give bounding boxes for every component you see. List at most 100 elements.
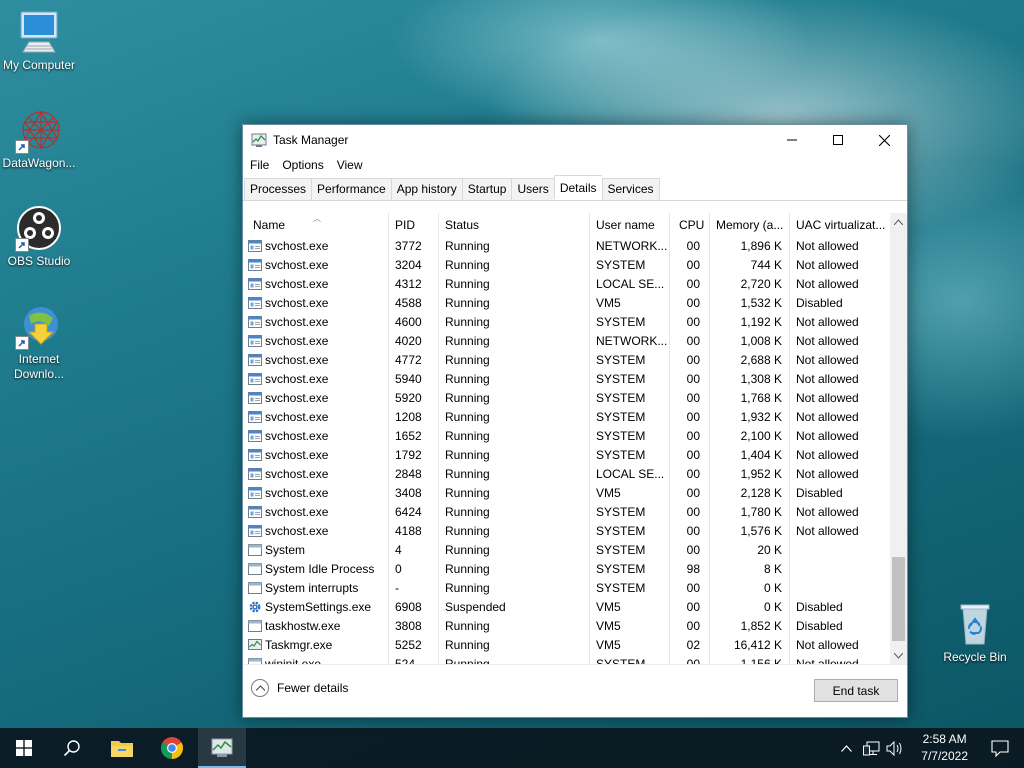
process-cpu: 00: [686, 239, 700, 253]
process-user: SYSTEM: [596, 581, 646, 595]
process-user: LOCAL SE...: [596, 277, 665, 291]
table-row[interactable]: svchost.exe 1208 Running SYSTEM 00 1,932 K Not…: [243, 408, 889, 427]
table-row[interactable]: svchost.exe 4312 Running LOCAL SE... 00 2,720…: [243, 275, 889, 294]
table-row[interactable]: svchost.exe 3204 Running SYSTEM 00 744 K Not a…: [243, 256, 889, 275]
table-row[interactable]: svchost.exe 1792 Running SYSTEM 00 1,404 K Not…: [243, 446, 889, 465]
column-header-status[interactable]: Status: [439, 213, 589, 237]
table-row[interactable]: svchost.exe 5940 Running SYSTEM 00 1,308 K Not…: [243, 370, 889, 389]
process-status: Running: [445, 448, 490, 462]
column-header-user-name[interactable]: User name: [590, 213, 669, 237]
process-memory: 1,192 K: [740, 315, 782, 329]
tab-app-history[interactable]: App history: [390, 178, 462, 201]
process-cpu: 00: [686, 277, 700, 291]
menu-options[interactable]: Options: [275, 158, 329, 172]
process-uac: Not allowed: [796, 315, 859, 329]
menu-file[interactable]: File: [243, 158, 275, 172]
table-row[interactable]: svchost.exe 3772 Running NETWORK... 00 1,896 …: [243, 237, 889, 256]
process-cpu: 02: [686, 638, 700, 652]
column-header-pid[interactable]: PID: [389, 213, 438, 237]
table-row[interactable]: System interrupts - Running SYSTEM 00 0 K: [243, 579, 889, 598]
process-pid: 4772: [395, 353, 422, 367]
column-header-memory[interactable]: Memory (a...: [710, 213, 789, 237]
desktop-icon-internet-download-manager[interactable]: Internet Downlo...: [0, 302, 78, 382]
process-cpu: 00: [686, 448, 700, 462]
process-user: SYSTEM: [596, 562, 646, 576]
process-cpu: 00: [686, 391, 700, 405]
scroll-up-icon[interactable]: [894, 219, 903, 225]
start-button[interactable]: [0, 728, 48, 768]
process-user: SYSTEM: [596, 410, 646, 424]
minimize-button[interactable]: [769, 125, 815, 155]
process-cpu: 00: [686, 524, 700, 538]
process-user: VM5: [596, 296, 621, 310]
table-row[interactable]: svchost.exe 4588 Running VM5 00 1,532 K Disabl…: [243, 294, 889, 313]
table-row[interactable]: svchost.exe 3408 Running VM5 00 2,128 K Disabl…: [243, 484, 889, 503]
volume-tray-button[interactable]: [884, 728, 906, 768]
desktop-icon-datawagon[interactable]: DataWagon...: [0, 106, 78, 171]
tab-performance[interactable]: Performance: [311, 178, 391, 201]
process-memory: 2,100 K: [740, 429, 782, 443]
column-header-cpu[interactable]: CPU: [673, 213, 709, 237]
process-memory: 16,412 K: [733, 638, 782, 652]
tab-details[interactable]: Details: [553, 175, 602, 199]
process-pid: 3808: [395, 619, 422, 633]
column-header-name[interactable]: Name ︿: [247, 213, 388, 237]
desktop-icon-label: OBS Studio: [7, 254, 71, 268]
network-tray-button[interactable]: [860, 728, 882, 768]
process-status: Running: [445, 619, 490, 633]
notifications-icon: [991, 739, 1009, 757]
taskbar: 2:58 AM 7/7/2022: [0, 728, 1024, 768]
table-row[interactable]: svchost.exe 5920 Running SYSTEM 00 1,768 K Not…: [243, 389, 889, 408]
taskbar-file-explorer[interactable]: [98, 728, 146, 768]
table-row[interactable]: SystemSettings.exe 6908 Suspended VM5 00 0 K D…: [243, 598, 889, 617]
scroll-down-icon[interactable]: [894, 653, 903, 659]
chevron-up-icon: [251, 679, 269, 697]
process-user: SYSTEM: [596, 505, 646, 519]
clock[interactable]: 2:58 AM 7/7/2022: [921, 731, 968, 765]
process-user: NETWORK...: [596, 334, 668, 348]
table-row[interactable]: svchost.exe 2848 Running LOCAL SE... 00 1,952…: [243, 465, 889, 484]
process-user: SYSTEM: [596, 315, 646, 329]
service-window-icon: [248, 391, 262, 405]
taskbar-task-manager[interactable]: [198, 728, 246, 768]
table-row[interactable]: Taskmgr.exe 5252 Running VM5 02 16,412 K Not a…: [243, 636, 889, 655]
fewer-details-label: Fewer details: [277, 681, 349, 695]
table-row[interactable]: svchost.exe 6424 Running SYSTEM 00 1,780 K Not…: [243, 503, 889, 522]
search-button[interactable]: [48, 728, 96, 768]
table-row[interactable]: System 4 Running SYSTEM 00 20 K: [243, 541, 889, 560]
menu-view[interactable]: View: [330, 158, 369, 172]
process-status: Running: [445, 410, 490, 424]
process-cpu: 00: [686, 467, 700, 481]
table-row[interactable]: System Idle Process 0 Running SYSTEM 98 8 K: [243, 560, 889, 579]
title-bar[interactable]: Task Manager: [243, 125, 907, 155]
desktop-icon-my-computer[interactable]: My Computer: [0, 8, 78, 73]
vertical-scrollbar[interactable]: [890, 213, 907, 665]
end-task-button[interactable]: End task: [814, 679, 898, 702]
process-uac: Not allowed: [796, 372, 859, 386]
desktop-icon-recycle-bin[interactable]: Recycle Bin: [936, 600, 1014, 665]
table-row[interactable]: svchost.exe 4600 Running SYSTEM 00 1,192 K Not…: [243, 313, 889, 332]
tab-startup[interactable]: Startup: [461, 178, 512, 201]
close-button[interactable]: [861, 125, 907, 155]
tab-users[interactable]: Users: [511, 178, 554, 201]
maximize-button[interactable]: [815, 125, 861, 155]
column-header-uac-virtualization[interactable]: UAC virtualizat...: [790, 213, 889, 237]
taskbar-chrome[interactable]: [148, 728, 196, 768]
fewer-details-button[interactable]: Fewer details: [251, 679, 348, 697]
process-uac: [796, 541, 888, 560]
action-center-button[interactable]: [976, 728, 1024, 768]
tab-processes[interactable]: Processes: [244, 178, 312, 201]
table-row[interactable]: taskhostw.exe 3808 Running VM5 00 1,852 K Disa…: [243, 617, 889, 636]
scroll-thumb[interactable]: [892, 557, 905, 641]
table-row[interactable]: svchost.exe 4020 Running NETWORK... 00 1,008 …: [243, 332, 889, 351]
table-row[interactable]: svchost.exe 4772 Running SYSTEM 00 2,688 K Not…: [243, 351, 889, 370]
clock-time: 2:58 AM: [922, 732, 967, 746]
show-hidden-icons-button[interactable]: [836, 728, 856, 768]
process-status: Running: [445, 467, 490, 481]
desktop-icon-obs-studio[interactable]: OBS Studio: [0, 204, 78, 269]
table-row[interactable]: svchost.exe 4188 Running SYSTEM 00 1,576 K Not…: [243, 522, 889, 541]
tab-services[interactable]: Services: [601, 178, 660, 201]
process-cpu: 00: [686, 372, 700, 386]
table-row[interactable]: svchost.exe 1652 Running SYSTEM 00 2,100 K Not…: [243, 427, 889, 446]
windows-logo-icon: [16, 740, 32, 756]
